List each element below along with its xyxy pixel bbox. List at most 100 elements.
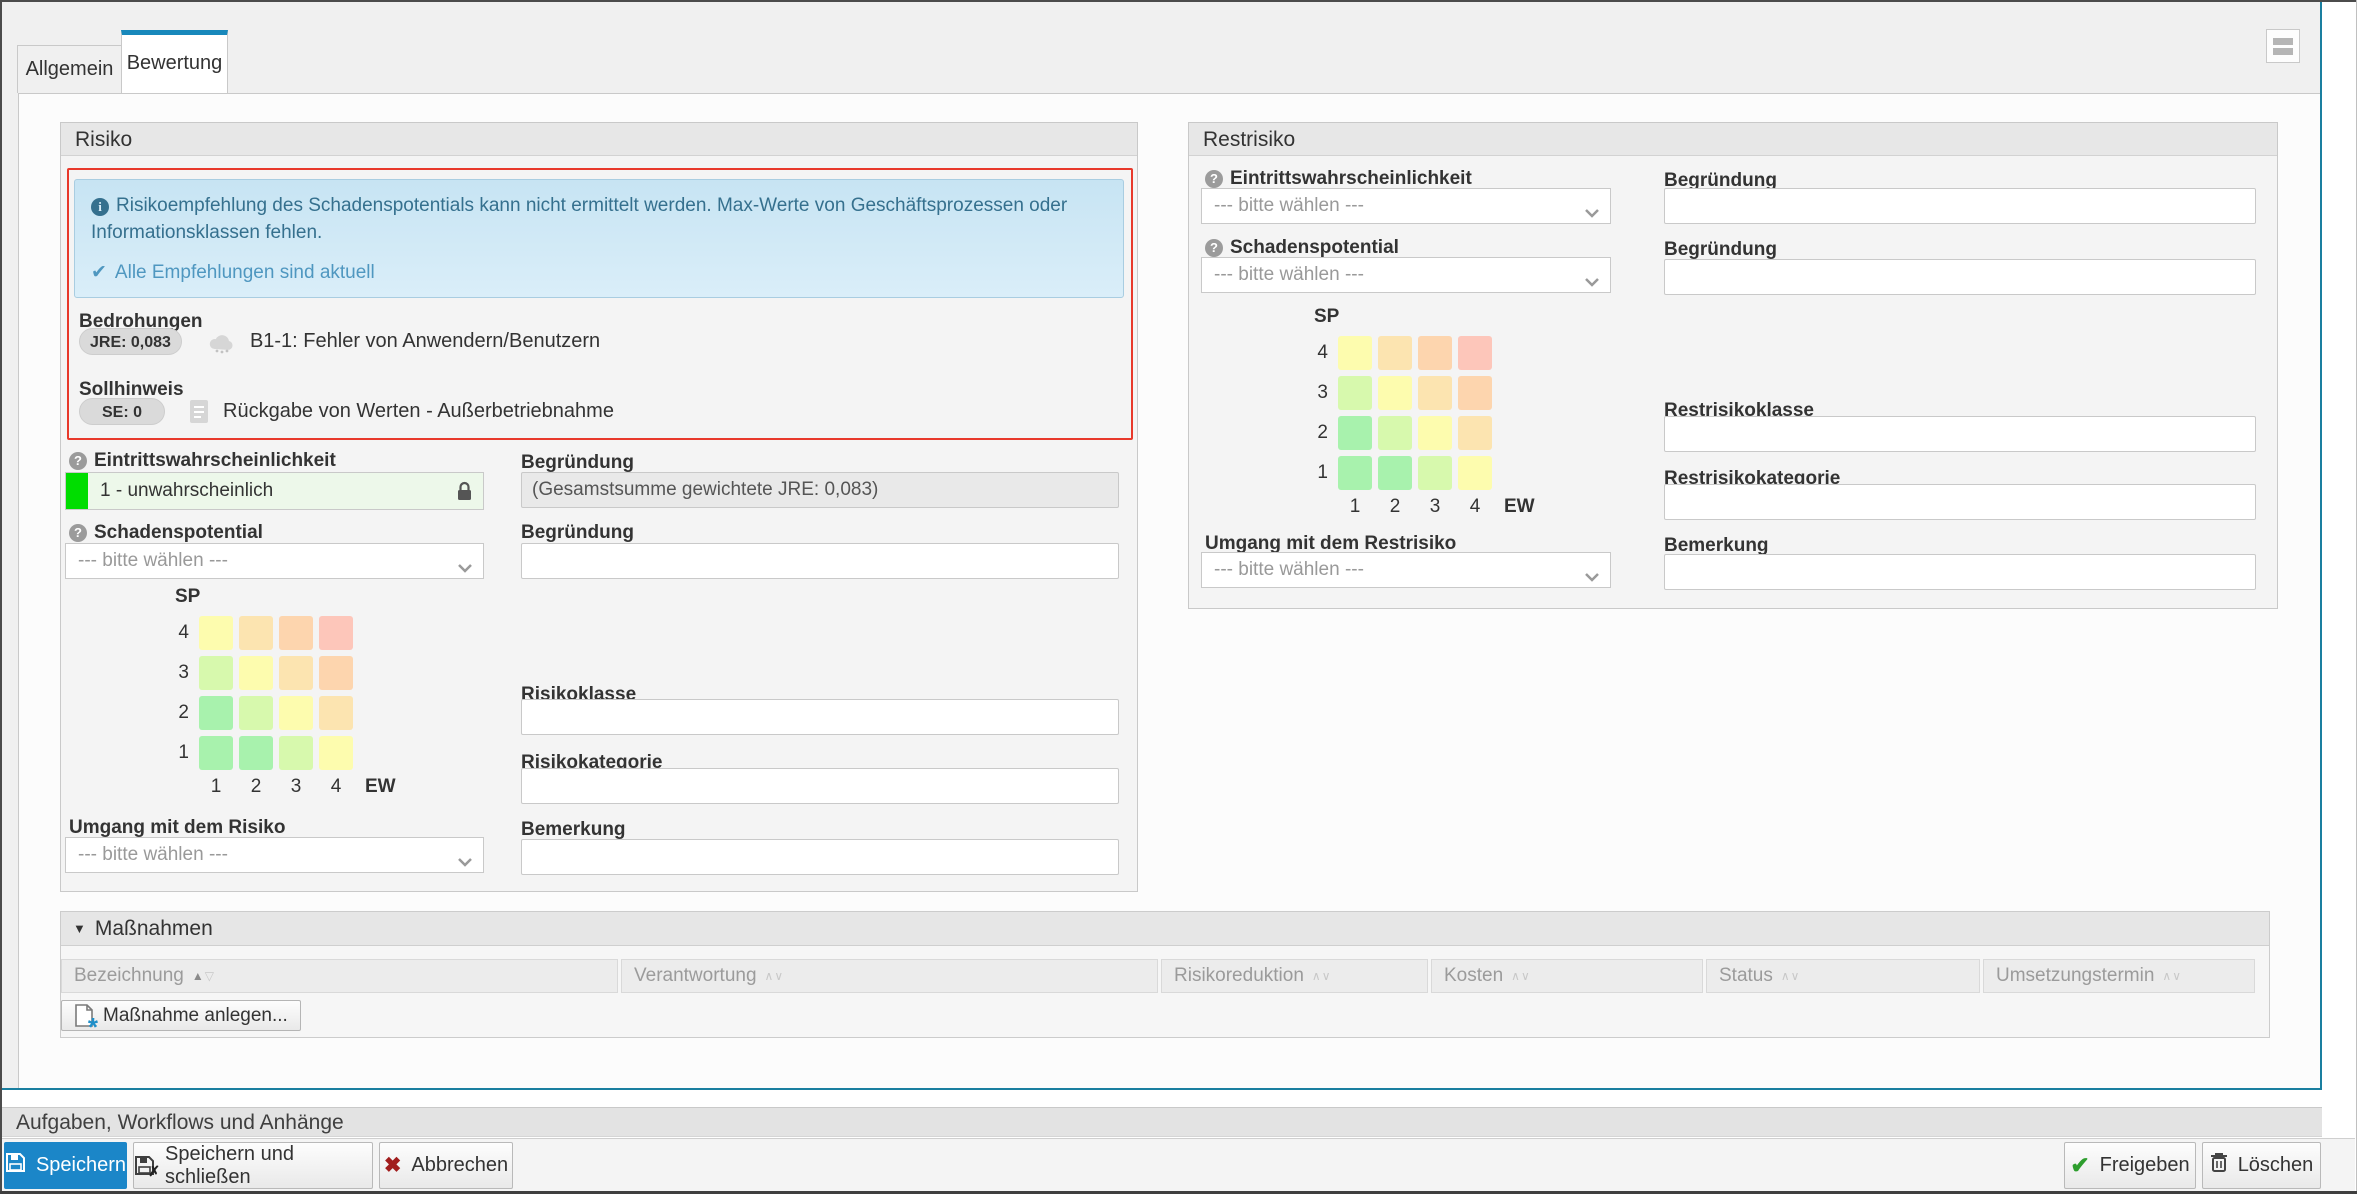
ew-label: Eintrittswahrscheinlichkeit [94,450,336,472]
matrix-cell[interactable] [1458,456,1492,490]
matrix-cell[interactable] [239,616,273,650]
matrix-cell[interactable] [1418,416,1452,450]
begruendung1-input[interactable] [521,472,1119,508]
sp-select[interactable]: --- bitte wählen --- [65,543,484,579]
ew-label-row: ? Eintrittswahrscheinlichkeit [69,450,336,472]
alert-info-text: Risikoempfehlung des Schadenspotentials … [91,195,1067,243]
sollhinweis-text[interactable]: Rückgabe von Werten - Außerbetriebnahme [223,400,614,423]
matrix-cell[interactable] [279,616,313,650]
matrix-cell[interactable] [279,736,313,770]
restrisikoklasse-input[interactable] [1664,416,2256,452]
umgang-risiko-select[interactable]: --- bitte wählen --- [65,837,484,873]
rest-ew-select[interactable]: --- bitte wählen --- [1201,188,1611,224]
layout-toggle-icon [2273,38,2293,45]
delete-button[interactable]: Löschen [2202,1142,2321,1189]
matrix-y-tick: 4 [165,622,189,644]
matrix-cell[interactable] [1378,376,1412,410]
help-icon[interactable]: ? [69,452,87,470]
matrix-cell[interactable] [1378,336,1412,370]
matrix-cell[interactable] [1338,336,1372,370]
matrix-cell[interactable] [1338,416,1372,450]
matrix-cell[interactable] [239,736,273,770]
column-header-status[interactable]: Status ∧∨ [1706,959,1980,993]
restrisikokategorie-input[interactable] [1664,484,2256,520]
matrix-y-tick: 3 [1304,382,1328,404]
column-header-kosten[interactable]: Kosten ∧∨ [1431,959,1703,993]
matrix-cell[interactable] [319,656,353,690]
column-label: Status [1719,965,1773,987]
begruendung2-input[interactable] [521,543,1119,579]
rest-begruendung1-input[interactable] [1664,188,2256,224]
bedrohung-text[interactable]: B1-1: Fehler von Anwendern/Benutzern [250,330,600,353]
matrix-cell[interactable] [239,656,273,690]
matrix-cell[interactable] [1458,336,1492,370]
bemerkung-input[interactable] [521,839,1119,875]
layout-toggle-button[interactable] [2266,29,2300,63]
cancel-x-icon: ✖ [384,1153,402,1178]
begruendung1-label: Begründung [521,452,634,474]
release-label: Freigeben [2100,1154,2190,1177]
bewertung-tab-panel: Risiko iRisikoempfehlung des Schadenspot… [18,93,2320,1088]
matrix-cell[interactable] [199,616,233,650]
massnahme-anlegen-button[interactable]: * Maßnahme anlegen... [61,1000,301,1031]
matrix-y-tick: 2 [165,702,189,724]
help-icon[interactable]: ? [1205,170,1223,188]
umgang-risiko-value: --- bitte wählen --- [78,844,228,866]
risk-matrix-block: SP 43211234EW [165,586,396,804]
ew-select[interactable]: 1 - unwahrscheinlich [65,472,484,510]
column-header-verantwortung[interactable]: Verantwortung ∧∨ [621,959,1158,993]
release-button[interactable]: ✔ Freigeben [2064,1142,2196,1189]
matrix-cell[interactable] [1378,416,1412,450]
matrix-cell[interactable] [199,736,233,770]
column-header-bezeichnung[interactable]: Bezeichnung ▲▽ [61,959,618,993]
rest-bemerkung-input[interactable] [1664,554,2256,590]
umgang-restrisiko-select[interactable]: --- bitte wählen --- [1201,552,1611,588]
cancel-button[interactable]: ✖ Abbrechen [379,1142,513,1189]
risk-recommendation-highlight: iRisikoempfehlung des Schadenspotentials… [67,168,1133,440]
rest-sp-value: --- bitte wählen --- [1214,264,1364,286]
matrix-cell[interactable] [239,696,273,730]
matrix-cell[interactable] [1338,456,1372,490]
matrix-cell[interactable] [319,696,353,730]
sort-icons: ▲▽ [192,969,215,983]
massnahmen-table-header: Bezeichnung ▲▽ Verantwortung ∧∨ Risikore… [61,959,2255,993]
chevron-down-icon [457,557,473,579]
rest-ew-label-row: ? Eintrittswahrscheinlichkeit [1205,168,1472,190]
matrix-cell[interactable] [1378,456,1412,490]
column-header-umsetzungstermin[interactable]: Umsetzungstermin ∧∨ [1983,959,2255,993]
matrix-cell[interactable] [319,736,353,770]
matrix-cell[interactable] [1418,456,1452,490]
risikoklasse-input[interactable] [521,699,1119,735]
aufgaben-section-header[interactable]: Aufgaben, Workflows und Anhänge [2,1107,2322,1137]
matrix-cell[interactable] [1458,376,1492,410]
save-button[interactable]: Speichern [4,1142,127,1189]
matrix-x-tick: 3 [1418,496,1452,518]
matrix-x-tick: 2 [239,776,273,798]
column-header-risikoreduktion[interactable]: Risikoreduktion ∧∨ [1161,959,1428,993]
matrix-cell[interactable] [319,616,353,650]
tab-allgemein[interactable]: Allgemein [17,45,122,93]
massnahmen-section: ▼ Maßnahmen Bezeichnung ▲▽ Verantwortung… [60,911,2270,1038]
save-and-close-button[interactable]: ✗ Speichern und schließen [133,1142,373,1189]
matrix-cell[interactable] [1338,376,1372,410]
matrix-cell[interactable] [1418,376,1452,410]
matrix-x-tick: 4 [1458,496,1492,518]
help-icon[interactable]: ? [69,524,87,542]
rest-begruendung2-input[interactable] [1664,259,2256,295]
matrix-cell[interactable] [199,656,233,690]
alert-info-line: iRisikoempfehlung des Schadenspotentials… [91,193,1081,246]
rest-sp-select[interactable]: --- bitte wählen --- [1201,257,1611,293]
sort-icons: ∧∨ [2162,969,2182,983]
help-icon[interactable]: ? [1205,239,1223,257]
cancel-label: Abbrechen [411,1154,508,1177]
matrix-cell[interactable] [1418,336,1452,370]
matrix-cell[interactable] [199,696,233,730]
matrix-cell[interactable] [279,696,313,730]
se-badge: SE: 0 [79,398,165,425]
matrix-cell[interactable] [1458,416,1492,450]
matrix-cell[interactable] [279,656,313,690]
tab-bewertung[interactable]: Bewertung [121,30,228,93]
matrix-ylabel: SP [1314,306,1535,328]
massnahmen-header[interactable]: ▼ Maßnahmen [61,912,2269,946]
risikokategorie-input[interactable] [521,768,1119,804]
